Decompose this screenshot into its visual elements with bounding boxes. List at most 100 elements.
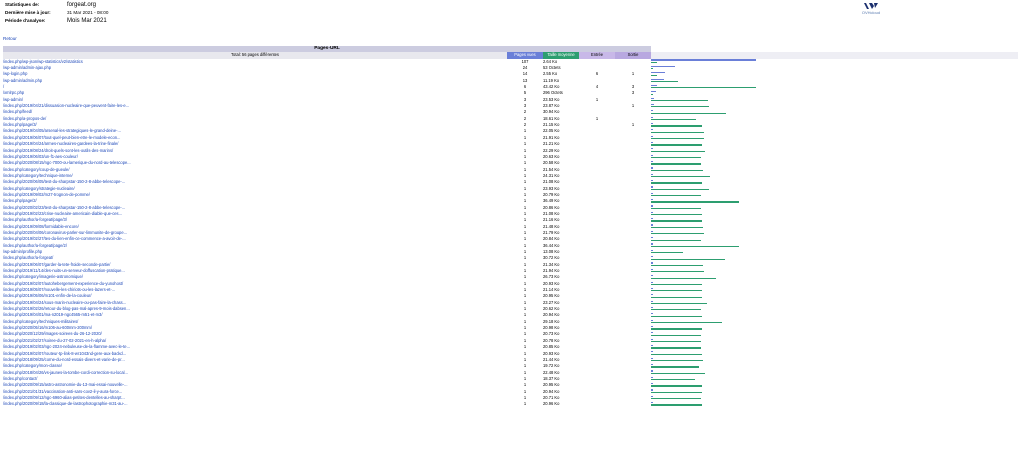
- bandwidth-bar: [651, 353, 702, 355]
- pages-bar: [651, 167, 654, 169]
- bandwidth-bar: [651, 226, 703, 228]
- pages-bar: [651, 192, 654, 194]
- stats-header: Statistiques de: forgeat.org Dernière mi…: [3, 0, 112, 26]
- pages-bar: [651, 97, 654, 99]
- bandwidth-bar: [651, 264, 703, 267]
- bandwidth-bar: [651, 271, 705, 273]
- pages-bar: [651, 249, 654, 251]
- bandwidth-bar: [651, 290, 703, 292]
- pages-bar: [651, 135, 654, 137]
- pages-bar: [651, 319, 654, 321]
- pages-bar: [651, 78, 664, 80]
- bandwidth-bar: [651, 321, 722, 324]
- pages-bar: [651, 275, 654, 277]
- bandwidth-bar: [651, 106, 709, 108]
- pages-bar: [651, 268, 654, 271]
- table-row: /index.php/2020/09/18/la-classique-de-la…: [3, 401, 1018, 407]
- bandwidth-bar: [651, 144, 703, 146]
- pages-bar: [651, 281, 654, 283]
- pages-bar: [651, 256, 654, 258]
- pages-bar: [651, 287, 654, 290]
- bandwidth-bar: [651, 93, 654, 95]
- pages-bar: [651, 180, 654, 182]
- header-label: Période d'analyse:: [5, 18, 46, 23]
- pages-bar: [651, 186, 654, 188]
- pages-bar: [651, 103, 654, 106]
- bandwidth-bar: [651, 302, 708, 305]
- bandwidth-bar: [651, 182, 703, 184]
- pages-bar: [651, 148, 654, 150]
- pages-bar: [651, 199, 654, 201]
- pages-count: 1: [523, 401, 527, 407]
- bandwidth-bar: [651, 169, 704, 171]
- ovhcloud-logo-icon: [864, 3, 878, 9]
- bandwidth-bar: [651, 360, 703, 362]
- bandwidth-bar: [651, 245, 740, 248]
- pages-bar: [651, 332, 654, 334]
- bandwidth-bar: [651, 341, 702, 343]
- pages-bar: [651, 294, 654, 296]
- col-header-bandwidth: Taille moyenne: [543, 52, 579, 59]
- bandwidth-bar: [651, 61, 658, 64]
- pages-bar: [651, 160, 654, 163]
- header-value: 31 Mar 2021 - 08:00: [67, 10, 109, 15]
- pages-bar: [651, 383, 654, 385]
- url-link[interactable]: /index.php/2020/09/18/la-classique-de-la…: [3, 401, 507, 407]
- bandwidth-bar: [651, 233, 704, 235]
- pages-bar: [651, 402, 654, 404]
- bandwidth-bar: [651, 220, 703, 222]
- bandwidth-bar: [651, 391, 702, 393]
- pages-bar: [651, 211, 654, 213]
- pages-bar: [651, 306, 654, 309]
- pages-bar: [651, 65, 675, 68]
- pages-bar: [651, 370, 654, 372]
- bandwidth-bar: [651, 87, 757, 89]
- header-label: Statistiques de:: [5, 2, 40, 7]
- pages-bar: [651, 376, 654, 378]
- header-value: forgeat.org: [67, 2, 97, 8]
- header-value: Mois Mar 2021: [67, 18, 107, 24]
- bandwidth-bar: [651, 347, 702, 349]
- bandwidth-bar: [651, 74, 658, 76]
- pages-bar: [651, 395, 654, 397]
- pages-bar: [651, 72, 665, 74]
- bandwidth-bar: [651, 188, 709, 190]
- bandwidth-bar: [651, 201, 740, 203]
- bandwidth-bar: [651, 404, 702, 406]
- pages-bar: [651, 230, 654, 232]
- bandwidth-bar: [651, 398, 702, 400]
- header-label: Dernière mise à jour:: [5, 10, 51, 15]
- pages-bar: [651, 116, 654, 118]
- back-link[interactable]: Retour: [3, 36, 17, 41]
- bandwidth-bar: [651, 99, 708, 102]
- pages-bar: [651, 237, 654, 239]
- bandwidth-bar: [651, 385, 702, 387]
- bandwidth-bar: [651, 118, 697, 121]
- bandwidth-bar: [651, 366, 699, 368]
- bandwidth-bar: [651, 150, 705, 152]
- bandwidth-bar: [651, 157, 701, 159]
- bandwidth-bar: [651, 80, 679, 83]
- bandwidth-bar: [651, 131, 705, 133]
- bandwidth-bar: [651, 334, 702, 336]
- pages-bar: [651, 91, 656, 93]
- bandwidth-bar: [651, 379, 696, 381]
- bandwidth-bar: [651, 214, 703, 216]
- bandwidth-bar: [651, 309, 701, 311]
- ovhcloud-logo[interactable]: OVHcloud: [856, 2, 886, 15]
- logo-text: OVHcloud: [861, 10, 881, 15]
- bandwidth-bar: [651, 112, 726, 114]
- pages-bar: [651, 363, 654, 366]
- bandwidth-bar: [651, 176, 710, 178]
- bandwidth-bar: [651, 328, 702, 330]
- pages-bar: [651, 357, 654, 359]
- pages-bar: [651, 173, 654, 175]
- bandwidth-bar: [651, 68, 654, 70]
- bandwidth-bar: [651, 163, 701, 165]
- pages-bar: [651, 84, 657, 87]
- bandwidth-bar: [651, 252, 683, 254]
- pages-bar: [651, 141, 654, 144]
- pages-bar: [651, 122, 654, 125]
- bandwidth-bar: [651, 283, 702, 286]
- pages-bar: [651, 154, 654, 156]
